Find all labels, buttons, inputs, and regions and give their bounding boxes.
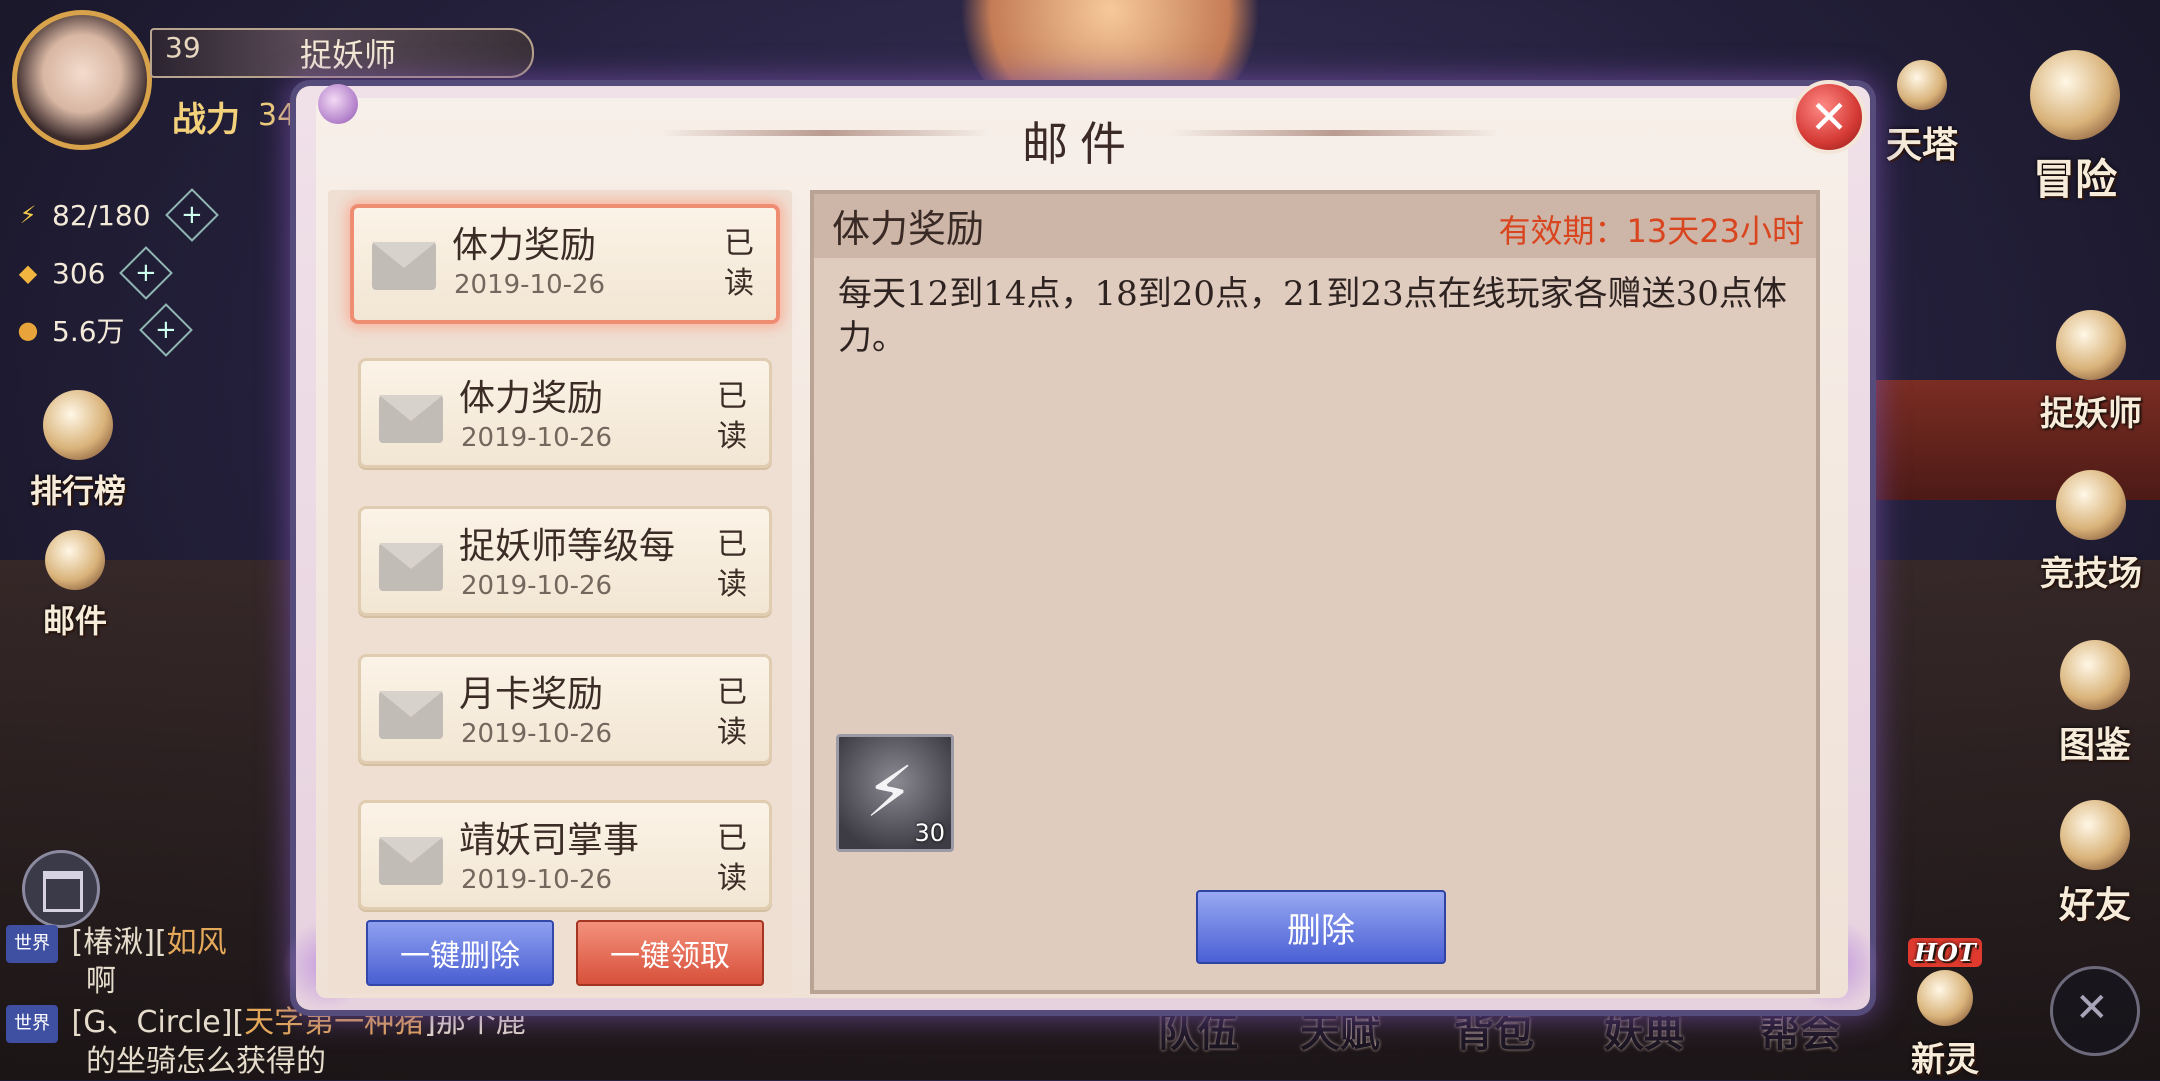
new-spirit-label: 新灵: [1911, 1040, 1979, 1080]
mail-item-title: 靖妖司掌事: [459, 820, 640, 861]
mail-list-item[interactable]: 体力奖励 2019-10-26 已读: [358, 358, 772, 468]
add-coin-button[interactable]: +: [138, 303, 193, 357]
mail-list-item[interactable]: 月卡奖励 2019-10-26 已读: [358, 654, 772, 764]
chat-sender-name: 天字第一种猪: [244, 1005, 425, 1040]
tower-icon: [1897, 60, 1947, 110]
delete-all-button[interactable]: 一键删除: [366, 920, 554, 986]
mail-item-date: 2019-10-26: [454, 270, 606, 300]
mail-item-title: 月卡奖励: [459, 674, 604, 715]
resource-stamina: ⚡ 82/180 +: [12, 188, 219, 242]
lightning-icon: ⚡: [19, 201, 37, 229]
resource-gold: ◆ 306 +: [12, 246, 174, 300]
arena-button[interactable]: 竞技场: [2026, 470, 2156, 595]
arena-icon: [2056, 470, 2126, 540]
mail-item-status: 已读: [717, 675, 747, 750]
mail-item-title: 捉妖师等级每: [459, 526, 676, 567]
home-button[interactable]: [22, 850, 100, 928]
mail-item-title: 体力奖励: [452, 225, 597, 266]
compass-button[interactable]: ✕: [2050, 966, 2140, 1056]
demon-hunter-icon: [2056, 310, 2126, 380]
mail-item-status: 已读: [717, 821, 747, 896]
claim-all-button[interactable]: 一键领取: [576, 920, 764, 986]
mail-item-date: 2019-10-26: [461, 719, 613, 749]
home-icon: [43, 871, 83, 912]
friends-icon: [2060, 800, 2130, 870]
chat-sender-prefix: [椿湫][: [71, 925, 167, 960]
ranking-button[interactable]: 排行榜: [18, 390, 138, 512]
mail-label: 邮件: [42, 602, 107, 640]
reward-count: 30: [914, 819, 945, 847]
mail-button[interactable]: 邮件: [20, 530, 130, 642]
delete-button[interactable]: 删除: [1196, 890, 1446, 964]
chat-text: 啊: [86, 963, 116, 999]
chat-channel-tag: 世界: [6, 1004, 58, 1043]
chat-channel-tag: 世界: [6, 924, 58, 963]
crossed-swords-icon: ✕: [2075, 985, 2109, 1031]
add-stamina-button[interactable]: +: [164, 188, 219, 242]
close-icon: ✕: [1809, 90, 1849, 144]
player-name: 捉妖师: [300, 36, 397, 74]
codex-icon: [2060, 640, 2130, 710]
friends-label: 好友: [2058, 884, 2131, 926]
mail-item-status: 已读: [717, 527, 747, 602]
mail-expiry: 有效期：13天23小时: [1498, 212, 1804, 250]
demon-hunter-button[interactable]: 捉妖师: [2026, 310, 2156, 435]
chat-sender-name: 如风: [166, 925, 227, 960]
mail-item-status: 已读: [717, 379, 747, 454]
codex-label: 图鉴: [2058, 724, 2131, 766]
mail-item-date: 2019-10-26: [461, 865, 613, 895]
demon-hunter-label: 捉妖师: [2040, 394, 2142, 434]
gold-ingot-icon: ◆: [18, 259, 38, 287]
resource-coin-value: 5.6万: [52, 315, 125, 348]
envelope-icon: [379, 691, 443, 739]
mail-item-date: 2019-10-26: [461, 423, 613, 453]
envelope-icon: [379, 837, 443, 885]
ranking-label: 排行榜: [29, 472, 126, 510]
ranking-icon: [43, 390, 113, 460]
envelope-icon: [379, 543, 443, 591]
mail-detail-title: 体力奖励: [832, 207, 985, 251]
mail-item-title: 体力奖励: [459, 378, 604, 419]
close-button[interactable]: ✕: [1792, 80, 1866, 154]
new-spirit-icon: [1917, 970, 1973, 1026]
player-level: 39: [165, 31, 201, 64]
envelope-icon: [379, 395, 443, 443]
mail-list-item[interactable]: 捉妖师等级每 2019-10-26 已读: [358, 506, 772, 616]
friends-button[interactable]: 好友: [2040, 800, 2150, 928]
chat-message[interactable]: 世界 [椿湫][如风 啊: [6, 924, 227, 1001]
add-gold-button[interactable]: +: [119, 246, 174, 300]
hot-badge: HOT: [1908, 938, 1982, 967]
new-spirit-button[interactable]: HOT 新灵: [1890, 930, 2000, 1081]
chat-message[interactable]: 世界 [G、Circle][天字第一种猪]那个鹿 的坐骑怎么获得的: [6, 1004, 526, 1081]
mail-body-text: 每天12到14点，18到20点，21到23点在线玩家各赠送30点体力。: [838, 274, 1787, 358]
mail-item-date: 2019-10-26: [461, 571, 613, 601]
resource-stamina-value: 82/180: [52, 198, 151, 232]
coin-icon: ●: [17, 316, 39, 344]
mail-list-item[interactable]: 靖妖司掌事 2019-10-26 已读: [358, 800, 772, 910]
mail-list-item[interactable]: 体力奖励 2019-10-26 已读: [350, 204, 780, 324]
arena-label: 竞技场: [2040, 554, 2142, 594]
codex-button[interactable]: 图鉴: [2040, 640, 2150, 768]
chat-sender-prefix: [G、Circle][: [71, 1005, 245, 1040]
mail-item-status: 已读: [724, 226, 754, 301]
resource-coin: ● 5.6万 +: [12, 303, 193, 357]
envelope-icon: [372, 242, 436, 290]
stamina-bolt-icon: ⚡: [865, 751, 915, 833]
reward-item[interactable]: ⚡ 30: [836, 734, 954, 852]
mail-icon: [45, 530, 105, 590]
chat-text: 的坐骑怎么获得的: [86, 1043, 326, 1079]
resource-gold-value: 306: [52, 256, 106, 290]
chat-sender-suffix: ]那个鹿: [424, 1005, 526, 1040]
